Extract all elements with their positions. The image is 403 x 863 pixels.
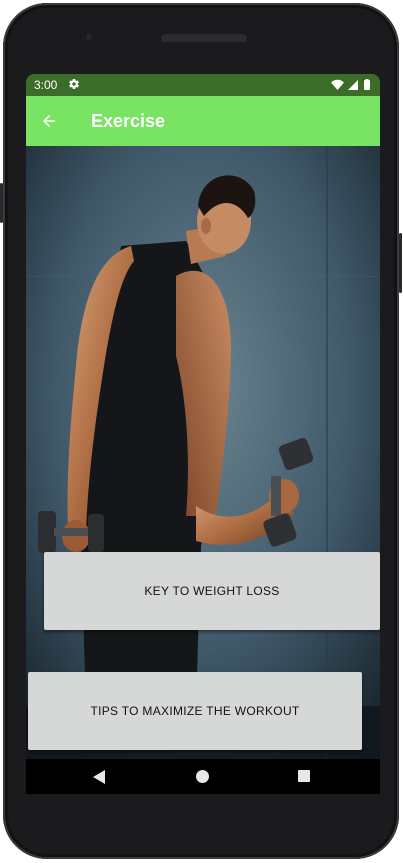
front-camera-icon — [83, 31, 95, 43]
navigation-bar — [26, 759, 380, 794]
status-time: 3:00 — [34, 78, 58, 92]
battery-icon — [364, 80, 370, 90]
arrow-back-icon[interactable] — [40, 112, 58, 130]
volume-button — [0, 183, 3, 223]
nav-home-icon[interactable] — [196, 770, 209, 783]
status-bar: 3:00 — [26, 74, 380, 96]
app-bar: Exercise — [26, 96, 380, 146]
page-title: Exercise — [91, 111, 166, 131]
power-button — [399, 233, 402, 293]
nav-recents-icon[interactable] — [298, 770, 310, 782]
wifi-icon — [331, 79, 344, 90]
settings-icon — [69, 79, 79, 90]
screen: 3:00 Exercise KEY TO WEIGHT LOSS TIPS TO… — [26, 74, 380, 794]
tips-to-maximize-workout-button[interactable]: TIPS TO MAXIMIZE THE WORKOUT — [28, 672, 362, 750]
earpiece-speaker — [161, 34, 247, 42]
phone-frame: 3:00 Exercise KEY TO WEIGHT LOSS TIPS TO… — [0, 3, 402, 859]
nav-back-icon[interactable] — [93, 770, 105, 784]
key-to-weight-loss-button[interactable]: KEY TO WEIGHT LOSS — [44, 552, 380, 630]
workout-hero-image — [26, 146, 380, 759]
status-icons — [331, 79, 370, 90]
dumbbell-workout-image — [26, 146, 380, 759]
cell-signal-icon — [348, 80, 358, 90]
